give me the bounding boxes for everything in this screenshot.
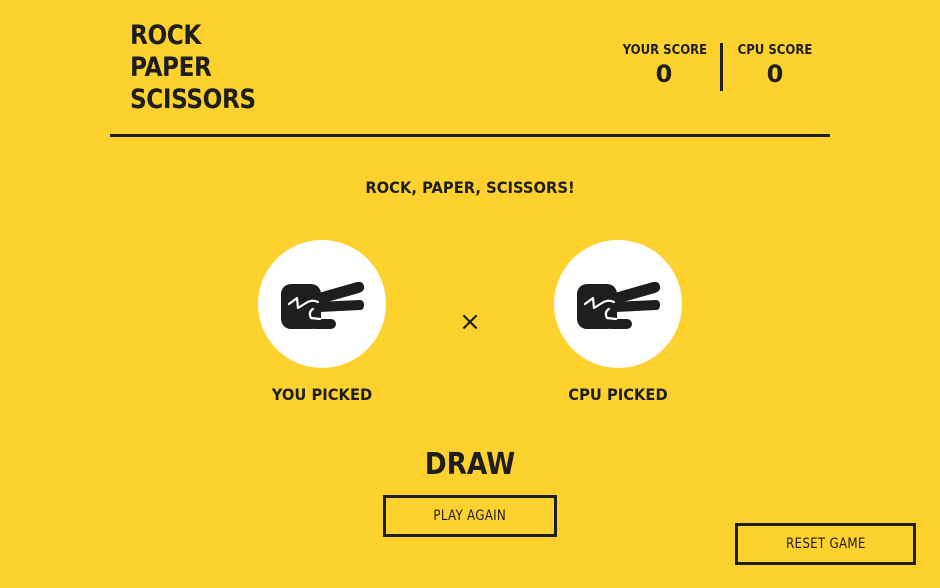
you-picked-label: YOU PICKED xyxy=(271,385,373,404)
your-score-value: 0 xyxy=(655,60,673,88)
round-prompt: ROCK, PAPER, SCISSORS! xyxy=(365,178,575,197)
your-score-label: YOUR SCORE xyxy=(622,43,708,58)
round-result: DRAW xyxy=(424,447,516,482)
your-pick xyxy=(258,240,386,368)
your-score: YOUR SCORE 0 xyxy=(618,42,710,88)
cpu-pick xyxy=(554,240,682,368)
play-again-label: PLAY AGAIN xyxy=(433,508,507,524)
reset-game-label: RESET GAME xyxy=(785,536,866,552)
cpu-score-label: CPU SCORE xyxy=(737,43,813,58)
scissors-hand-icon xyxy=(281,281,364,329)
scoreboard: YOUR SCORE 0 CPU SCORE 0 xyxy=(610,42,830,92)
cpu-score: CPU SCORE 0 xyxy=(730,42,820,88)
header-divider xyxy=(110,134,830,137)
game-title-line-1: ROCK xyxy=(130,20,201,51)
game-title-line-3: SCISSORS xyxy=(130,84,256,115)
scissors-hand-icon xyxy=(577,281,660,329)
game-title: ROCK PAPER SCISSORS xyxy=(130,20,256,116)
versus-symbol: × xyxy=(459,307,481,337)
cpu-picked-label: CPU PICKED xyxy=(568,385,668,404)
reset-game-button[interactable]: RESET GAME xyxy=(735,523,916,565)
play-again-button[interactable]: PLAY AGAIN xyxy=(383,495,557,537)
score-divider xyxy=(720,43,723,91)
game-title-line-2: PAPER xyxy=(130,52,212,83)
cpu-score-value: 0 xyxy=(766,60,784,88)
